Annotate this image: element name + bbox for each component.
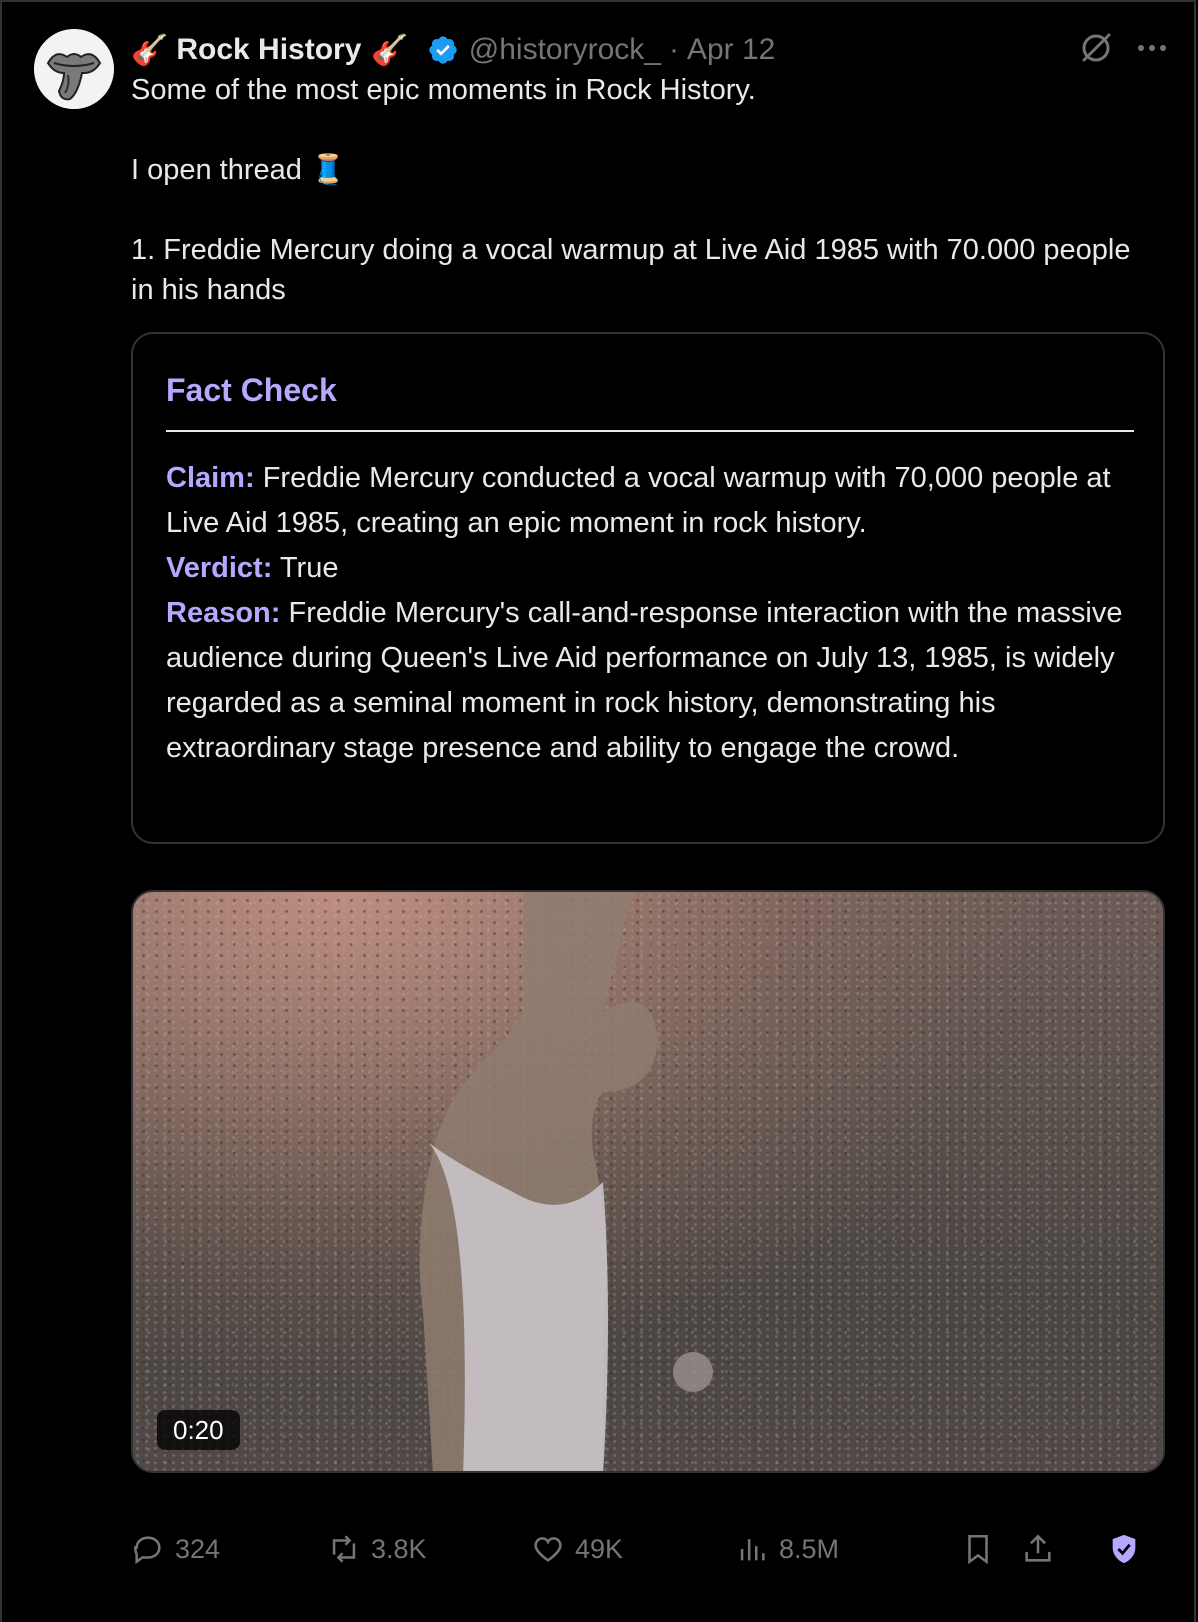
fact-check-card: Fact Check Claim: Freddie Mercury conduc… <box>131 332 1165 844</box>
views-chart-icon <box>740 1539 765 1561</box>
author-name[interactable]: Rock History <box>176 33 361 67</box>
reason-text: Freddie Mercury's call-and-response inte… <box>166 597 1123 764</box>
claim-text: Freddie Mercury conducted a vocal warmup… <box>166 462 1111 539</box>
tweet-actions: 324 3.8K 49K 8.5M <box>131 1527 1171 1571</box>
tweet-text-line: Some of the most epic moments in Rock Hi… <box>131 74 756 106</box>
tweet-text-line: 1. Freddie Mercury doing a vocal warmup … <box>131 234 1131 306</box>
share-icon[interactable] <box>1021 1531 1055 1567</box>
repost-count: 3.8K <box>371 1533 427 1564</box>
claim-label: Claim: <box>166 462 255 494</box>
guitar-emoji: 🎸 <box>371 33 409 67</box>
fact-check-title: Fact Check <box>166 372 337 408</box>
more-icon[interactable] <box>1134 36 1170 60</box>
rolling-stones-tongue-logo <box>34 29 114 109</box>
reply-icon <box>133 1536 161 1565</box>
reason-row: Reason: Freddie Mercury's call-and-respo… <box>166 591 1141 771</box>
repost-icon <box>332 1535 356 1563</box>
performer-silhouette <box>419 892 713 1471</box>
views-button[interactable]: 8.5M <box>735 1527 839 1571</box>
view-count: 8.5M <box>779 1533 840 1564</box>
guitar-emoji: 🎸 <box>131 33 169 67</box>
like-count: 49K <box>575 1533 624 1564</box>
like-button[interactable]: 49K <box>531 1527 623 1571</box>
verified-badge-icon[interactable] <box>427 34 459 66</box>
tweet-text-line: I open thread 🧵 <box>131 154 347 186</box>
bookmark-icon[interactable] <box>961 1531 995 1567</box>
fact-check-body: Claim: Freddie Mercury conducted a vocal… <box>166 456 1141 771</box>
tweet-header: 🎸 Rock History 🎸 @historyrock_ · Apr 12 <box>131 30 775 70</box>
video-duration: 0:20 <box>157 1410 240 1450</box>
tweet-text: Some of the most epic moments in Rock Hi… <box>131 70 1131 310</box>
video-player[interactable]: 0:20 <box>131 890 1165 1473</box>
grok-icon[interactable] <box>1078 30 1114 66</box>
avatar[interactable] <box>34 29 114 109</box>
reason-label: Reason: <box>166 597 281 629</box>
separator-dot: · <box>668 33 679 66</box>
repost-button[interactable]: 3.8K <box>327 1527 427 1571</box>
verdict-row: Verdict: True <box>166 546 1141 591</box>
author-handle[interactable]: @historyrock_ <box>469 33 661 67</box>
shield-check-icon[interactable] <box>1107 1531 1141 1567</box>
heart-icon <box>534 1537 562 1562</box>
claim-row: Claim: Freddie Mercury conducted a vocal… <box>166 456 1141 546</box>
divider <box>166 430 1134 432</box>
verdict-label: Verdict: <box>166 552 273 584</box>
reply-button[interactable]: 324 <box>131 1527 220 1571</box>
reply-count: 324 <box>175 1533 221 1564</box>
verdict-text: True <box>279 552 339 584</box>
tweet-date[interactable]: Apr 12 <box>687 33 775 67</box>
